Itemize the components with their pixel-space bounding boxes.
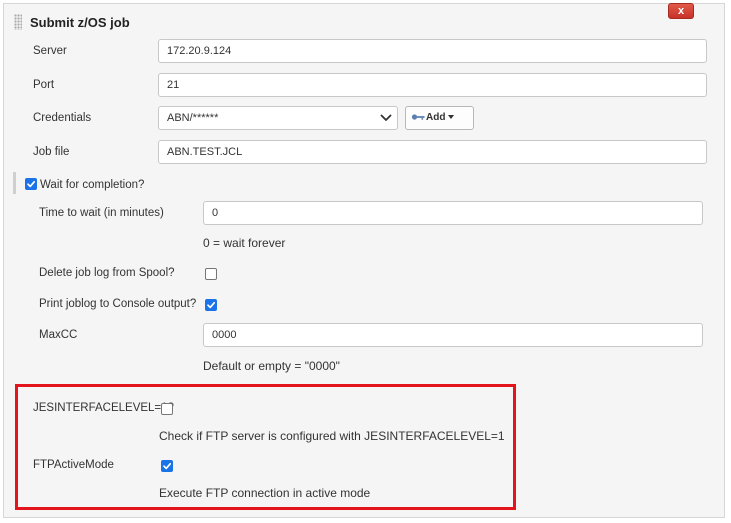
jes-interface-level-label: JESINTERFACELEVEL=1?	[33, 402, 174, 414]
jes-interface-level-help: Check if FTP server is configured with J…	[159, 429, 505, 443]
check-icon	[27, 180, 36, 188]
caret-down-icon	[448, 115, 455, 120]
key-icon	[411, 114, 425, 121]
add-credentials-button[interactable]: Add	[405, 106, 474, 130]
server-input[interactable]: 172.20.9.124	[158, 39, 707, 63]
credentials-selected-value: ABN/******	[167, 112, 219, 124]
time-to-wait-input[interactable]: 0	[203, 201, 703, 225]
port-label: Port	[33, 79, 55, 91]
job-file-label: Job file	[33, 146, 70, 158]
job-file-input[interactable]: ABN.TEST.JCL	[158, 140, 707, 164]
add-button-label: Add	[426, 112, 446, 123]
print-joblog-checkbox[interactable]	[205, 299, 217, 311]
server-label: Server	[33, 45, 67, 57]
credentials-select[interactable]: ABN/******	[158, 106, 398, 130]
credentials-label: Credentials	[33, 112, 92, 124]
section-title: Submit z/OS job	[30, 15, 130, 30]
port-input[interactable]: 21	[158, 73, 707, 97]
ftp-active-mode-help: Execute FTP connection in active mode	[159, 486, 371, 500]
drag-handle-icon[interactable]	[14, 14, 22, 30]
check-icon	[207, 301, 216, 309]
maxcc-label: MaxCC	[39, 329, 78, 341]
jes-interface-level-checkbox[interactable]	[161, 403, 173, 415]
ftp-active-mode-label: FTPActiveMode	[33, 459, 114, 471]
wait-for-completion-checkbox[interactable]	[25, 178, 37, 190]
chevron-down-icon	[380, 114, 392, 121]
section-indicator	[13, 172, 16, 194]
delete-step-button[interactable]: x	[668, 3, 694, 19]
print-joblog-label: Print joblog to Console output?	[39, 298, 197, 310]
wait-for-completion-label: Wait for completion?	[40, 179, 145, 191]
delete-job-log-label: Delete job log from Spool?	[39, 267, 175, 279]
maxcc-input[interactable]: 0000	[203, 323, 703, 347]
check-icon	[163, 462, 172, 470]
time-to-wait-label: Time to wait (in minutes)	[39, 207, 164, 219]
delete-job-log-checkbox[interactable]	[205, 268, 217, 280]
time-to-wait-help: 0 = wait forever	[203, 236, 286, 250]
maxcc-help: Default or empty = "0000"	[203, 359, 340, 373]
ftp-active-mode-checkbox[interactable]	[161, 460, 173, 472]
